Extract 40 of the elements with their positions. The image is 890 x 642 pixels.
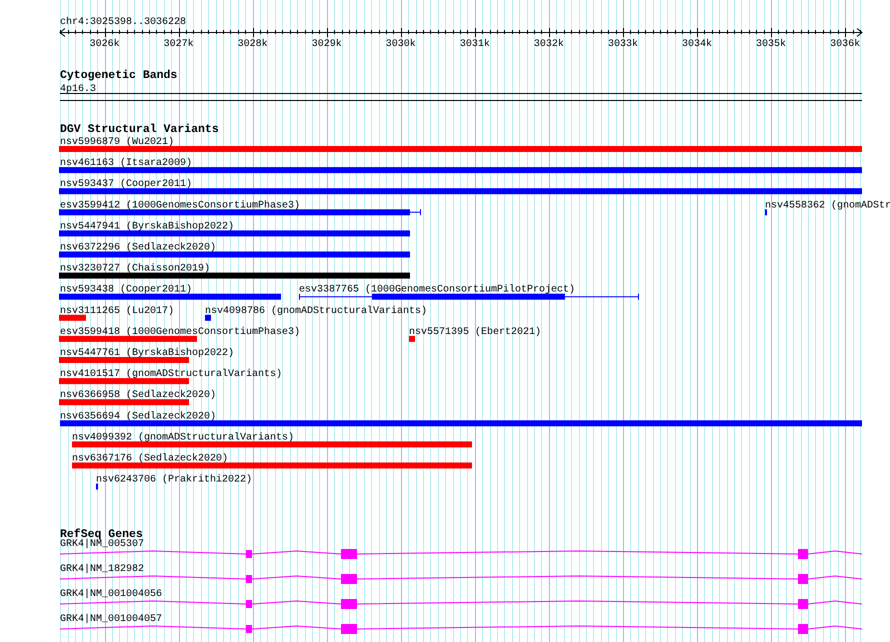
track-title: DGV Structural Variants <box>60 123 219 136</box>
band-label: 4p16.3 <box>60 84 96 95</box>
feature-label: nsv4101517 (gnomADStructuralVariants) <box>60 369 282 380</box>
feature-label: nsv5571395 (Ebert2021) <box>409 326 542 338</box>
feature-label: esv3387765 (1000GenomesConsortiumPilotProject) <box>299 284 576 296</box>
tick-label: 3030k <box>386 39 416 50</box>
feature-label: nsv593437 (Cooper2011) <box>60 179 192 190</box>
feature-label: nsv6356694 (Sedlazeck2020) <box>60 411 216 422</box>
tick-label: 3027k <box>164 39 194 50</box>
feature-label: esv3599418 (1000GenomesConsortiumPhase3) <box>60 326 300 338</box>
tick-label: 3036k <box>830 39 860 50</box>
tick-label: 3026k <box>90 39 120 50</box>
tick-label: 3028k <box>238 39 268 50</box>
region-label: chr4:3025398..3036228 <box>60 17 186 28</box>
feature-label: nsv461163 (Itsara2009) <box>60 158 192 170</box>
tick-label: 3034k <box>682 39 712 50</box>
tick-label: 3032k <box>534 39 564 50</box>
tick-label: 3033k <box>608 39 638 50</box>
feature-label: nsv6366958 (Sedlazeck2020) <box>60 390 216 402</box>
transcript-label: GRK4|NM_001004056 <box>60 589 162 600</box>
transcript-label: GRK4|NM_005307 <box>60 539 144 550</box>
feature-label: nsv6243706 (Prakrithi2022) <box>96 474 252 486</box>
feature-label: nsv6372296 (Sedlazeck2020) <box>60 242 216 254</box>
feature-label: nsv6367176 (Sedlazeck2020) <box>72 454 228 464</box>
feature-label: nsv4098786 (gnomADStructuralVariants) <box>205 306 428 317</box>
track-title: Cytogenetic Bands <box>60 69 178 82</box>
feature-label: nsv4558362 (gnomADStr <box>765 200 890 212</box>
feature-label: esv3599412 (1000GenomesConsortiumPhase3) <box>60 200 300 212</box>
tick-label: 3029k <box>312 39 342 50</box>
tick-label: 3031k <box>460 39 490 50</box>
transcript-label: GRK4|NM_001004057 <box>60 614 162 625</box>
feature-label: nsv5447761 (ByrskaBishop2022) <box>60 348 234 359</box>
transcript-label: GRK4|NM_182982 <box>60 564 144 575</box>
tick-label: 3035k <box>756 39 786 50</box>
feature-label: nsv5447941 (ByrskaBishop2022) <box>60 221 234 232</box>
feature-label: nsv5996879 (Wu2021) <box>60 137 174 148</box>
feature-label: nsv4099392 (gnomADStructuralVariants) <box>72 432 294 444</box>
feature-label: nsv593438 (Cooper2011) <box>60 284 192 296</box>
feature-label: nsv3230727 (Chaisson2019) <box>60 264 210 275</box>
feature-label: nsv3111265 (Lu2017) <box>60 306 174 317</box>
